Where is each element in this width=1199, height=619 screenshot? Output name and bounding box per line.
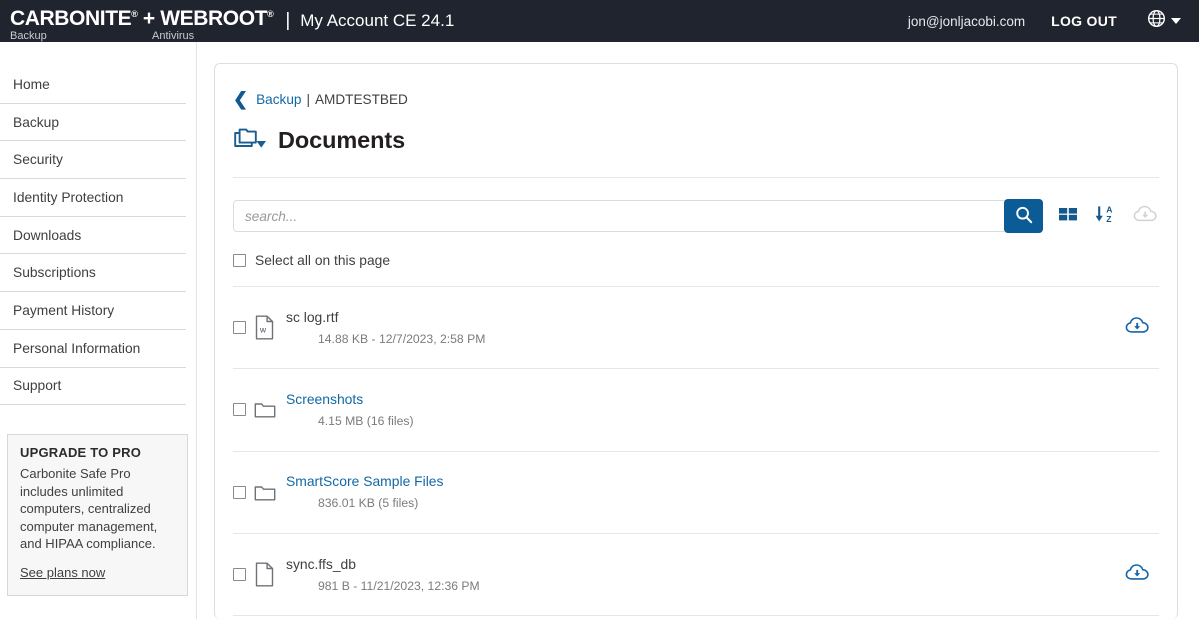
- row-meta: 4.15 MB (16 files): [318, 413, 414, 428]
- sidebar-item-label: Subscriptions: [13, 265, 96, 281]
- sidebar-item-label: Payment History: [13, 302, 115, 318]
- table-row[interactable]: sync.ffs_db 981 B - 11/21/2023, 12:36 PM: [233, 534, 1159, 617]
- account-title: My Account CE 24.1: [300, 11, 455, 30]
- row-download-button[interactable]: [1125, 314, 1151, 341]
- search-icon: [1014, 205, 1034, 228]
- user-email: jon@jonljacobi.com: [907, 13, 1026, 29]
- sidebar-item-label: Downloads: [13, 227, 82, 243]
- cloud-download-icon: [1125, 316, 1151, 340]
- sidebar-item-subscriptions[interactable]: Subscriptions: [0, 254, 186, 293]
- row-download-button[interactable]: [1125, 561, 1151, 588]
- row-checkbox[interactable]: [233, 485, 246, 499]
- row-text-group: sync.ffs_db 981 B - 11/21/2023, 12:36 PM: [286, 555, 480, 595]
- folders-dropdown-icon[interactable]: [233, 128, 267, 154]
- table-row[interactable]: w sc log.rtf 14.88 KB - 12/7/2023, 2:58 …: [233, 287, 1159, 370]
- download-all-button[interactable]: [1133, 203, 1159, 230]
- brand-subtitles: Backup Antivirus: [10, 30, 273, 42]
- see-plans-now-link[interactable]: See plans now: [20, 565, 105, 580]
- chevron-down-icon: [1171, 18, 1181, 24]
- sidebar-item-payment-history[interactable]: Payment History: [0, 292, 186, 330]
- brand-wordmark: CARBONITE® + WEBROOT®: [10, 3, 274, 30]
- row-text-group: Screenshots 4.15 MB (16 files): [286, 390, 414, 430]
- title-divider: [233, 177, 1159, 178]
- folder-icon: [254, 479, 276, 505]
- brand-carbonite: CARBONITE: [10, 6, 132, 30]
- grid-view-icon: [1058, 204, 1079, 229]
- header-divider: |: [285, 10, 291, 31]
- row-checkbox[interactable]: [233, 568, 246, 582]
- header-right-group: jon@jonljacobi.com LOG OUT: [908, 0, 1191, 42]
- svg-text:A: A: [1106, 204, 1112, 214]
- svg-text:w: w: [259, 325, 267, 335]
- sidebar-item-identity-protection[interactable]: Identity Protection: [0, 179, 186, 217]
- sidebar-item-label: Security: [13, 152, 63, 168]
- table-row[interactable]: Screenshots 4.15 MB (16 files): [233, 369, 1159, 452]
- cloud-download-icon: [1125, 563, 1151, 587]
- page-title-row: Documents: [233, 127, 1159, 154]
- upgrade-to-pro-panel: UPGRADE TO PRO Carbonite Safe Pro includ…: [7, 434, 188, 596]
- row-meta: 981 B - 11/21/2023, 12:36 PM: [318, 578, 480, 593]
- cloud-download-icon: [1133, 203, 1159, 230]
- breadcrumb-current-device: AMDTESTBED: [314, 91, 408, 107]
- breadcrumb-separator: |: [306, 91, 310, 107]
- row-meta: 14.88 KB - 12/7/2023, 2:58 PM: [318, 331, 486, 346]
- search-button[interactable]: [1004, 199, 1043, 233]
- chevron-left-icon[interactable]: ❮: [233, 90, 248, 108]
- sidebar-item-label: Home: [13, 76, 50, 92]
- upgrade-panel-title: UPGRADE TO PRO: [20, 445, 142, 460]
- row-folder-name[interactable]: Screenshots: [286, 390, 414, 408]
- row-checkbox[interactable]: [233, 321, 246, 335]
- sidebar-item-label: Backup: [13, 114, 60, 130]
- brand-subtitle-antivirus: Antivirus: [152, 29, 195, 42]
- word-document-icon: w: [254, 315, 276, 341]
- row-folder-name[interactable]: SmartScore Sample Files: [286, 472, 443, 490]
- main-content-panel: ❮ Backup | AMDTESTBED Documents search..…: [214, 63, 1178, 619]
- brand-webroot: WEBROOT: [160, 6, 268, 30]
- breadcrumb-link-backup[interactable]: Backup: [256, 92, 301, 107]
- sidebar-item-label: Identity Protection: [13, 189, 124, 205]
- table-row[interactable]: SmartScore Sample Files 836.01 KB (5 fil…: [233, 452, 1159, 534]
- page-title: Documents: [278, 127, 406, 153]
- sidebar-item-label: Personal Information: [13, 340, 141, 356]
- search-input[interactable]: [233, 200, 1008, 232]
- row-text-group: SmartScore Sample Files 836.01 KB (5 fil…: [286, 472, 443, 512]
- sidebar-item-home[interactable]: Home: [0, 66, 186, 104]
- select-all-label: Select all on this page: [255, 253, 390, 268]
- search-toolbar: A Z: [233, 199, 1159, 233]
- sidebar-item-support[interactable]: Support: [0, 368, 186, 406]
- row-text-group: sc log.rtf 14.88 KB - 12/7/2023, 2:58 PM: [286, 308, 485, 348]
- globe-icon: [1147, 9, 1166, 33]
- sidebar-item-label: Support: [13, 378, 62, 394]
- row-checkbox[interactable]: [233, 403, 246, 417]
- brand-carbonite-trademark: ®: [131, 8, 138, 19]
- row-file-name: sc log.rtf: [286, 308, 339, 325]
- top-header-bar: CARBONITE® + WEBROOT® Backup Antivirus |…: [0, 0, 1199, 42]
- breadcrumb: ❮ Backup | AMDTESTBED: [233, 90, 1159, 108]
- brand-plus: +: [142, 6, 155, 30]
- logout-button[interactable]: LOG OUT: [1051, 13, 1117, 29]
- brand-logo: CARBONITE® + WEBROOT® Backup Antivirus: [10, 0, 274, 42]
- sidebar-item-downloads[interactable]: Downloads: [0, 217, 186, 255]
- select-all-row[interactable]: Select all on this page: [233, 253, 1159, 287]
- brand-webroot-trademark: ®: [267, 8, 274, 19]
- brand-subtitle-backup: Backup: [10, 29, 47, 42]
- svg-text:Z: Z: [1106, 214, 1111, 224]
- language-selector[interactable]: [1147, 9, 1181, 33]
- select-all-checkbox[interactable]: [233, 254, 246, 267]
- sidebar-nav: Home Backup Security Identity Protection…: [0, 66, 196, 406]
- sidebar-item-backup[interactable]: Backup: [0, 104, 186, 142]
- sort-alpha-button[interactable]: A Z: [1094, 203, 1116, 230]
- folder-icon: [254, 397, 276, 423]
- upgrade-panel-body: Carbonite Safe Pro includes unlimited co…: [20, 466, 158, 551]
- generic-document-icon: [254, 562, 276, 588]
- row-meta: 836.01 KB (5 files): [318, 496, 419, 511]
- grid-view-button[interactable]: [1058, 204, 1079, 229]
- sort-alpha-down-icon: A Z: [1094, 203, 1116, 230]
- sidebar-item-personal-information[interactable]: Personal Information: [0, 330, 186, 368]
- row-file-name: sync.ffs_db: [286, 555, 357, 572]
- sidebar-item-security[interactable]: Security: [0, 141, 186, 180]
- sidebar: Home Backup Security Identity Protection…: [0, 42, 197, 619]
